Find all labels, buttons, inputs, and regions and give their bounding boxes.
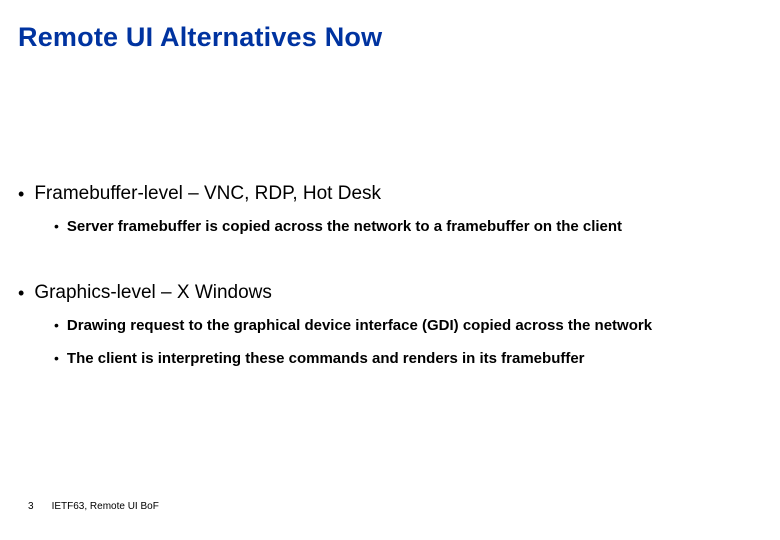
bullet-level-1: • Framebuffer-level – VNC, RDP, Hot Desk (18, 183, 762, 205)
bullet-level-2: • The client is interpreting these comma… (54, 349, 762, 368)
bullet-dot: • (18, 183, 24, 205)
bullet-level-2: • Server framebuffer is copied across th… (54, 217, 762, 236)
page-number: 3 (28, 501, 34, 512)
section-gap (18, 250, 762, 282)
slide: Remote UI Alternatives Now • Framebuffer… (0, 0, 780, 540)
bullet-text: Server framebuffer is copied across the … (67, 217, 622, 236)
bullet-text: Drawing request to the graphical device … (67, 316, 652, 335)
bullet-text: The client is interpreting these command… (67, 349, 585, 368)
bullet-dot: • (54, 217, 59, 236)
bullet-text: Framebuffer-level – VNC, RDP, Hot Desk (34, 183, 381, 205)
slide-footer: 3 IETF63, Remote UI BoF (28, 501, 159, 512)
slide-content: • Framebuffer-level – VNC, RDP, Hot Desk… (18, 183, 762, 368)
bullet-dot: • (54, 316, 59, 335)
bullet-text: Graphics-level – X Windows (34, 282, 272, 304)
bullet-level-1: • Graphics-level – X Windows (18, 282, 762, 304)
bullet-dot: • (54, 349, 59, 368)
bullet-level-2: • Drawing request to the graphical devic… (54, 316, 762, 335)
bullet-dot: • (18, 282, 24, 304)
slide-title: Remote UI Alternatives Now (18, 22, 762, 53)
footer-text: IETF63, Remote UI BoF (52, 501, 159, 512)
